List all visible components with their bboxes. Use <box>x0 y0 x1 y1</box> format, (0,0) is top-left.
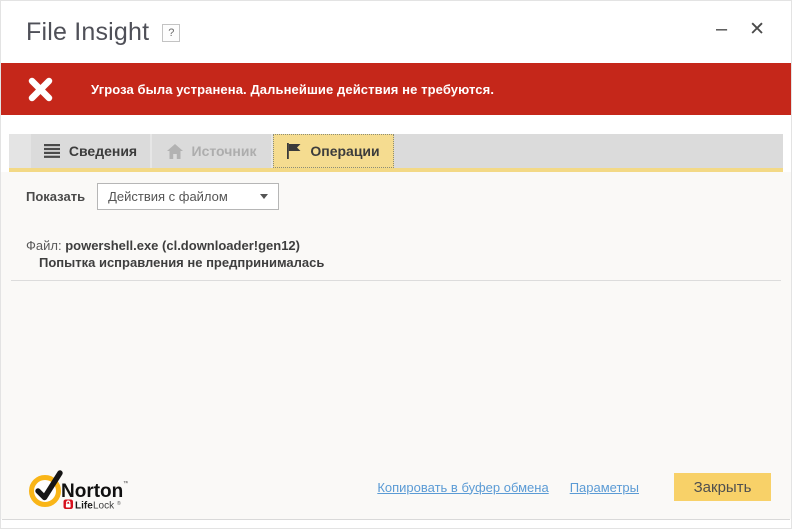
show-label: Показать <box>26 189 86 204</box>
threat-status-banner: Угроза была устранена. Дальнейшие действ… <box>1 63 791 115</box>
tab-strip: Сведения Источник Операции <box>9 134 783 168</box>
content-area: Показать Действия с файлом Файл: powersh… <box>1 172 791 461</box>
list-icon <box>43 144 60 158</box>
options-link[interactable]: Параметры <box>570 480 639 495</box>
bottom-strip <box>1 520 791 528</box>
dropdown-selected-value: Действия с файлом <box>108 189 228 204</box>
file-insight-window: File Insight ? – ✕ Угроза была устранена… <box>0 0 792 529</box>
filter-row: Показать Действия с файлом <box>1 183 791 210</box>
close-button[interactable]: Закрыть <box>674 473 771 501</box>
brand-name: Norton <box>61 481 123 502</box>
x-mark-icon <box>28 77 53 101</box>
flag-icon <box>287 143 301 159</box>
brand-lock: Lock <box>93 501 115 511</box>
banner-message: Угроза была устранена. Дальнейшие действ… <box>91 81 495 97</box>
footer-bar: Norton ™ Life Lock ® Копировать в буфер … <box>1 461 791 519</box>
window-controls: – ✕ <box>716 19 765 39</box>
file-label: Файл: <box>26 238 62 253</box>
content-divider <box>11 280 781 281</box>
activity-filter-dropdown[interactable]: Действия с файлом <box>97 183 280 210</box>
tab-origin[interactable]: Источник <box>152 134 273 168</box>
tab-origin-label: Источник <box>191 143 257 159</box>
title-bar: File Insight ? – ✕ <box>1 1 791 63</box>
tab-activity[interactable]: Операции <box>273 134 394 168</box>
file-name-value: powershell.exe (cl.downloader!gen12) <box>65 238 300 253</box>
window-title: File Insight <box>26 17 150 46</box>
norton-lifelock-logo: Norton ™ Life Lock ® <box>29 470 128 511</box>
file-details: Файл: powershell.exe (cl.downloader!gen1… <box>1 237 791 272</box>
tab-activity-label: Операции <box>310 143 380 159</box>
file-line: Файл: powershell.exe (cl.downloader!gen1… <box>26 237 791 254</box>
close-window-button[interactable]: ✕ <box>749 20 765 39</box>
tab-details-label: Сведения <box>68 143 138 159</box>
brand-life: Life <box>75 501 93 511</box>
brand-tm: ™ <box>123 480 128 487</box>
spacer <box>1 115 791 134</box>
tab-strip-lead <box>9 134 31 168</box>
copy-to-clipboard-link[interactable]: Копировать в буфер обмена <box>377 480 548 495</box>
brand-reg: ® <box>117 500 121 507</box>
remediation-status: Попытка исправления не предпринималась <box>39 255 325 270</box>
minimize-button[interactable]: – <box>716 19 727 39</box>
home-icon <box>166 143 183 159</box>
chevron-down-icon <box>260 194 269 199</box>
help-button[interactable]: ? <box>162 24 181 42</box>
footer-actions: Копировать в буфер обмена Параметры Закр… <box>377 473 771 501</box>
tab-details[interactable]: Сведения <box>31 134 152 168</box>
